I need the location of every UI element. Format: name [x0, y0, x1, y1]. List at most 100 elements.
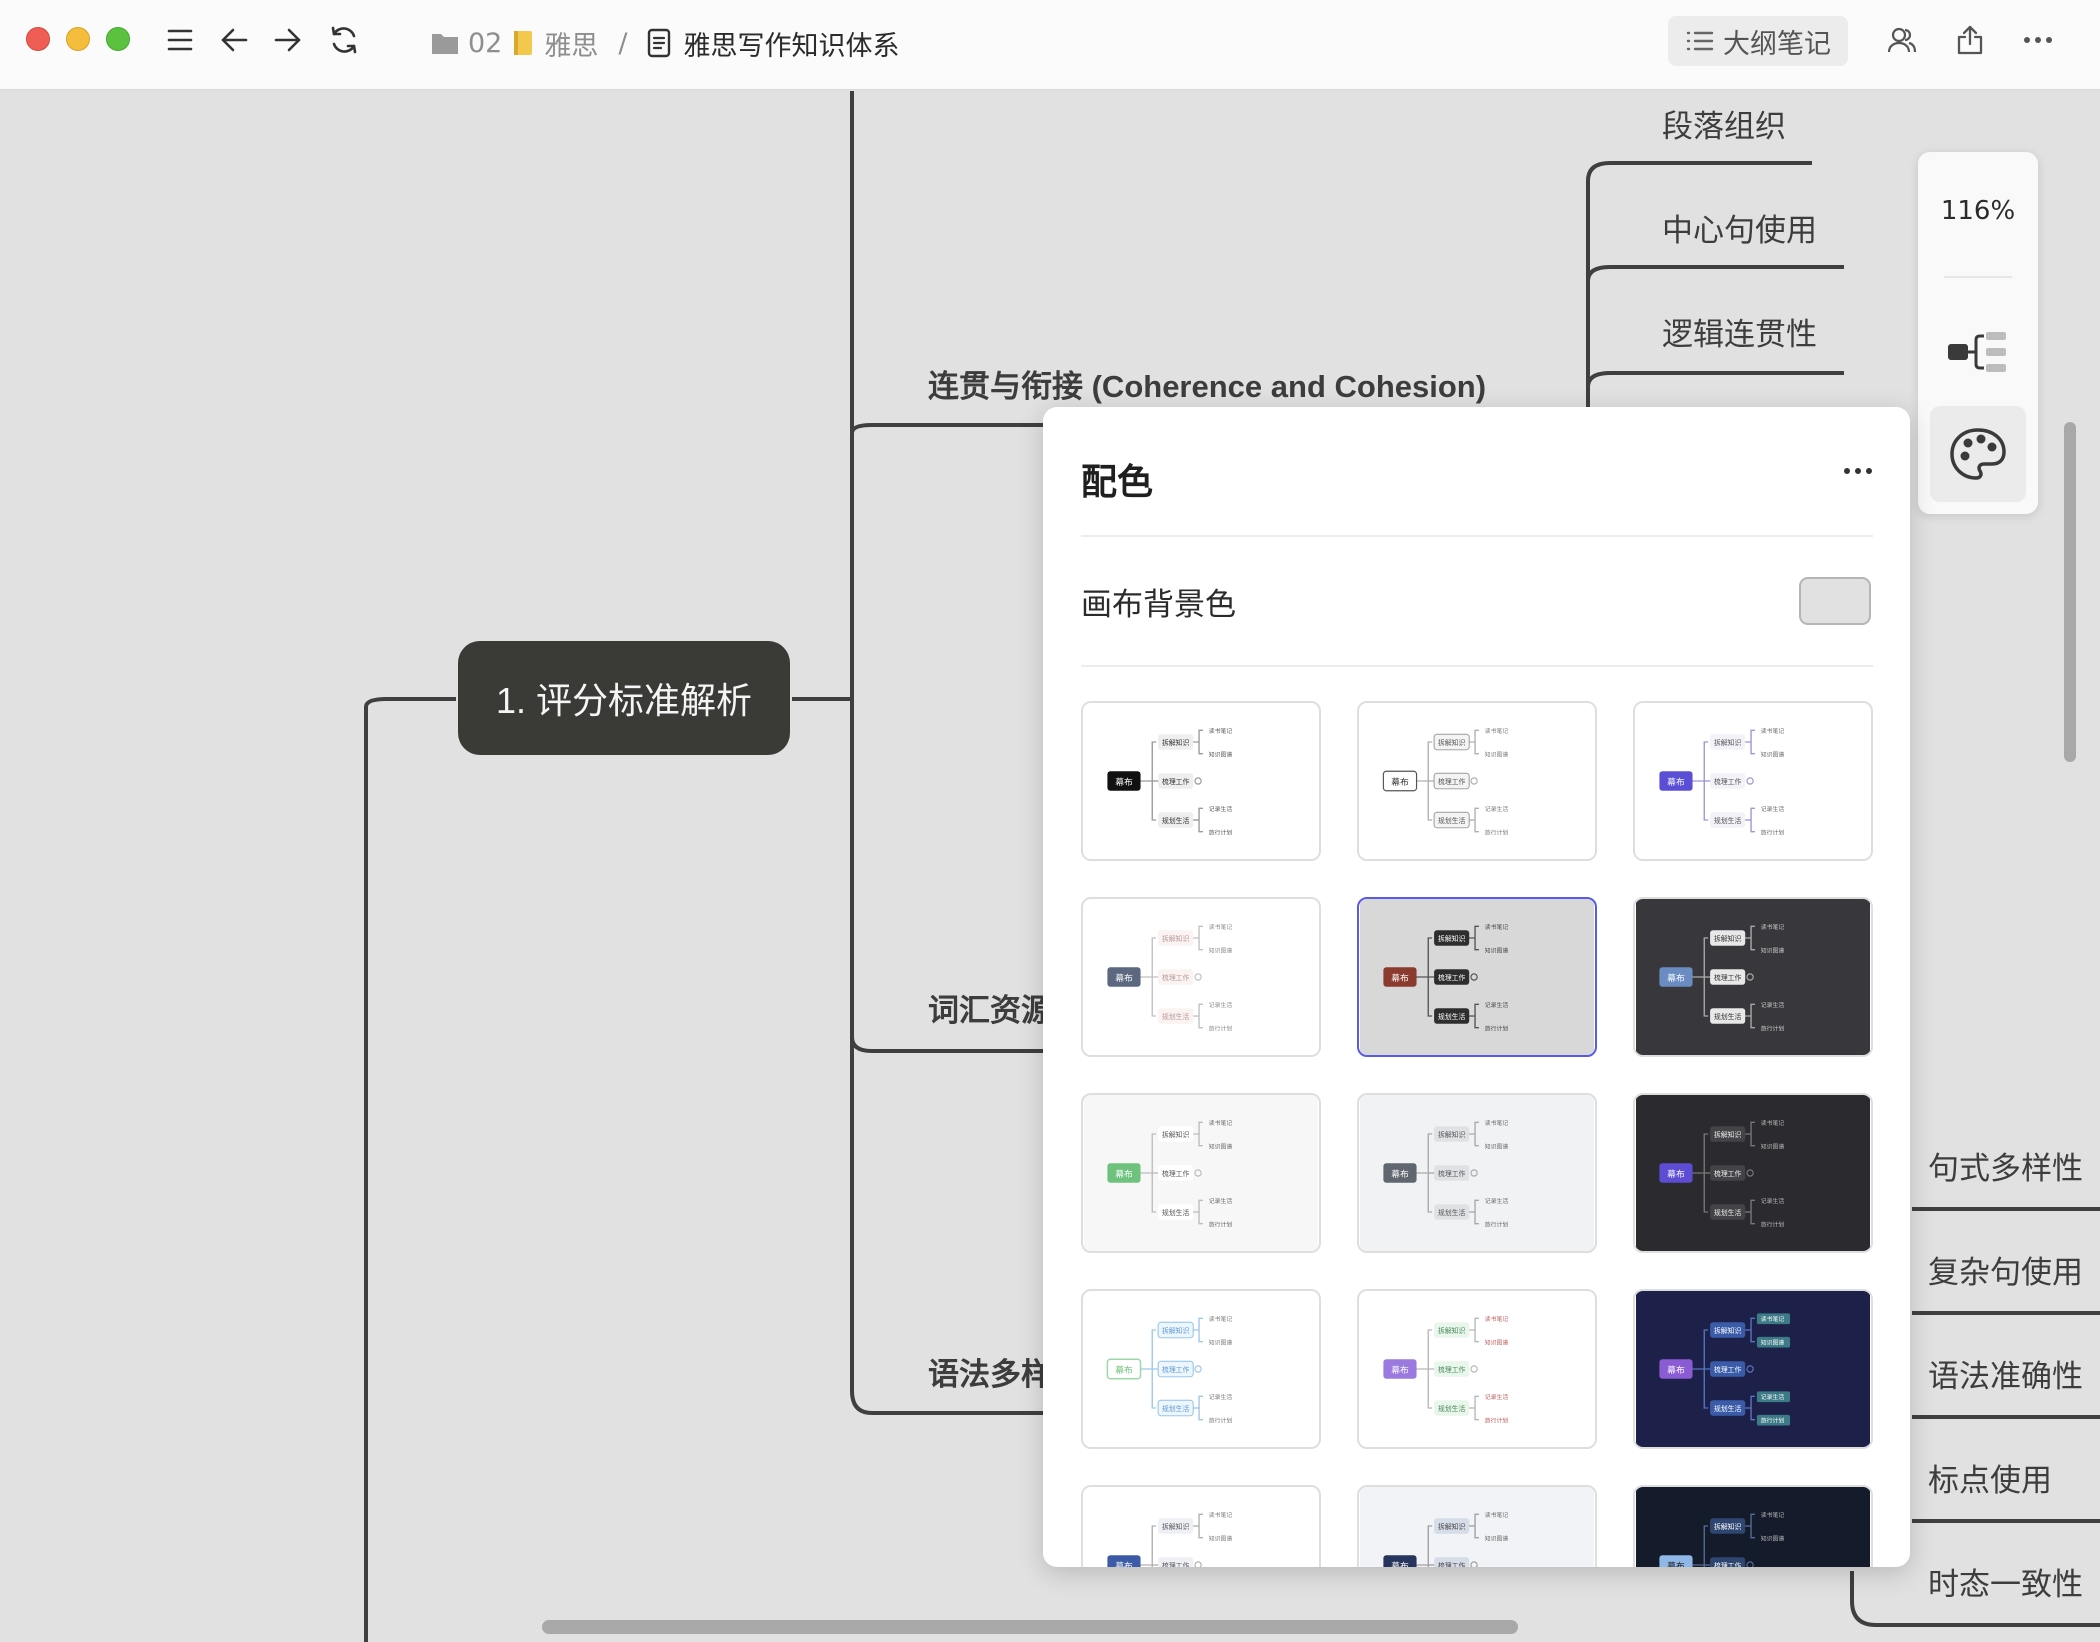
- popup-divider: [1081, 665, 1873, 667]
- svg-text:旅行计划: 旅行计划: [1485, 829, 1509, 837]
- svg-text:记录生活: 记录生活: [1209, 1001, 1233, 1009]
- theme-option[interactable]: 幕布 拆解知识 梳理工作 规划生活 读书笔记 知识图谱 记录生活 旅行计划: [1357, 701, 1597, 861]
- svg-text:读书笔记: 读书笔记: [1485, 923, 1509, 931]
- svg-text:幕布: 幕布: [1115, 776, 1133, 788]
- theme-option[interactable]: 幕布 拆解知识 梳理工作 规划生活 读书笔记 知识图谱 记录生活 旅行计划: [1081, 1485, 1321, 1567]
- svg-text:知识图谱: 知识图谱: [1209, 751, 1233, 759]
- leaf-complex[interactable]: 复杂句使用: [1928, 1247, 2083, 1292]
- svg-text:幕布: 幕布: [1391, 776, 1409, 788]
- svg-text:旅行计划: 旅行计划: [1761, 829, 1785, 837]
- branch-lexical[interactable]: 词汇资源: [928, 985, 1052, 1030]
- leaf-accuracy[interactable]: 语法准确性: [1928, 1351, 2083, 1396]
- svg-text:梳理工作: 梳理工作: [1162, 777, 1189, 786]
- leaf-topic-sentence[interactable]: 中心句使用: [1662, 205, 1817, 250]
- more-options-icon[interactable]: [2018, 20, 2058, 60]
- minimize-window-button[interactable]: [66, 27, 90, 51]
- svg-text:读书笔记: 读书笔记: [1761, 923, 1785, 931]
- svg-text:记录生活: 记录生活: [1209, 805, 1233, 813]
- back-arrow-icon[interactable]: [214, 20, 254, 60]
- theme-option[interactable]: 幕布 拆解知识 梳理工作 规划生活 读书笔记 知识图谱 记录生活 旅行计划: [1081, 897, 1321, 1057]
- svg-text:拆解知识: 拆解知识: [1714, 934, 1741, 943]
- leaf-sentence-variety[interactable]: 句式多样性: [1928, 1143, 2083, 1188]
- theme-option[interactable]: 幕布 拆解知识 梳理工作 规划生活 读书笔记 知识图谱 记录生活 旅行计划: [1633, 1289, 1873, 1449]
- leaf-logic[interactable]: 逻辑连贯性: [1662, 309, 1817, 354]
- color-theme-button[interactable]: [1930, 406, 2026, 502]
- theme-option[interactable]: 幕布 拆解知识 梳理工作 规划生活 读书笔记 知识图谱 记录生活 旅行计划: [1357, 1093, 1597, 1253]
- leaf-paragraph[interactable]: 段落组织: [1662, 101, 1786, 146]
- toolbar-divider: [1944, 276, 2012, 278]
- theme-option[interactable]: 幕布 拆解知识 梳理工作 规划生活 读书笔记 知识图谱 记录生活 旅行计划: [1357, 1485, 1597, 1567]
- theme-option[interactable]: 幕布 拆解知识 梳理工作 规划生活 读书笔记 知识图谱 记录生活 旅行计划: [1633, 1485, 1873, 1567]
- svg-text:幕布: 幕布: [1667, 1560, 1685, 1567]
- maximize-window-button[interactable]: [106, 27, 130, 51]
- breadcrumb-folder[interactable]: 02: [468, 28, 502, 59]
- svg-text:记录生活: 记录生活: [1485, 805, 1509, 813]
- leaf-tense[interactable]: 时态一致性: [1928, 1559, 2083, 1604]
- svg-text:读书笔记: 读书笔记: [1209, 923, 1233, 931]
- svg-text:梳理工作: 梳理工作: [1714, 1561, 1741, 1567]
- svg-text:记录生活: 记录生活: [1209, 1393, 1233, 1401]
- svg-text:旅行计划: 旅行计划: [1761, 1025, 1785, 1033]
- breadcrumb-document[interactable]: 雅思写作知识体系: [647, 24, 899, 63]
- close-window-button[interactable]: [26, 27, 50, 51]
- svg-text:幕布: 幕布: [1667, 1364, 1685, 1376]
- svg-text:规划生活: 规划生活: [1714, 816, 1741, 825]
- zoom-level[interactable]: 116%: [1918, 196, 2038, 226]
- horizontal-scrollbar[interactable]: [542, 1620, 1518, 1634]
- svg-text:知识图谱: 知识图谱: [1209, 1143, 1233, 1151]
- forward-arrow-icon[interactable]: [268, 20, 308, 60]
- leaf-punctuation[interactable]: 标点使用: [1928, 1455, 2052, 1500]
- svg-text:幕布: 幕布: [1115, 972, 1133, 984]
- theme-option[interactable]: 幕布 拆解知识 梳理工作 规划生活 读书笔记 知识图谱 记录生活 旅行计划: [1081, 1093, 1321, 1253]
- svg-text:梳理工作: 梳理工作: [1714, 973, 1741, 982]
- refresh-icon[interactable]: [324, 20, 364, 60]
- svg-text:幕布: 幕布: [1115, 1560, 1133, 1567]
- canvas-background-swatch[interactable]: [1799, 577, 1871, 625]
- svg-text:拆解知识: 拆解知识: [1162, 1326, 1189, 1335]
- theme-option[interactable]: 幕布 拆解知识 梳理工作 规划生活 读书笔记 知识图谱 记录生活 旅行计划: [1633, 897, 1873, 1057]
- svg-text:记录生活: 记录生活: [1761, 1001, 1785, 1009]
- svg-text:幕布: 幕布: [1391, 1364, 1409, 1376]
- theme-option[interactable]: 幕布 拆解知识 梳理工作 规划生活 读书笔记 知识图谱 记录生活 旅行计划: [1633, 1093, 1873, 1253]
- svg-text:拆解知识: 拆解知识: [1438, 738, 1465, 747]
- popup-more-icon[interactable]: [1833, 451, 1883, 491]
- breadcrumb: 02 雅思 / 雅思写作知识体系: [430, 22, 899, 64]
- svg-text:旅行计划: 旅行计划: [1761, 1417, 1785, 1425]
- mindmap-root-node[interactable]: 1. 评分标准解析: [458, 641, 790, 755]
- svg-text:记录生活: 记录生活: [1209, 1197, 1233, 1205]
- menu-icon[interactable]: [160, 20, 200, 60]
- svg-text:幕布: 幕布: [1667, 972, 1685, 984]
- share-icon[interactable]: [1950, 20, 1990, 60]
- svg-text:读书笔记: 读书笔记: [1761, 1315, 1785, 1323]
- outline-notes-button[interactable]: 大纲笔记: [1668, 16, 1848, 66]
- svg-text:读书笔记: 读书笔记: [1485, 1511, 1509, 1519]
- collaborators-icon[interactable]: [1882, 20, 1922, 60]
- svg-text:旅行计划: 旅行计划: [1485, 1025, 1509, 1033]
- svg-text:规划生活: 规划生活: [1438, 1404, 1465, 1413]
- theme-option[interactable]: 幕布 拆解知识 梳理工作 规划生活 读书笔记 知识图谱 记录生活 旅行计划: [1357, 897, 1597, 1057]
- branch-grammar[interactable]: 语法多样: [928, 1349, 1052, 1394]
- svg-text:读书笔记: 读书笔记: [1761, 1511, 1785, 1519]
- theme-option[interactable]: 幕布 拆解知识 梳理工作 规划生活 读书笔记 知识图谱 记录生活 旅行计划: [1633, 701, 1873, 861]
- svg-text:拆解知识: 拆解知识: [1438, 1326, 1465, 1335]
- vertical-scrollbar[interactable]: [2064, 422, 2076, 762]
- svg-text:规划生活: 规划生活: [1438, 816, 1465, 825]
- theme-option[interactable]: 幕布 拆解知识 梳理工作 规划生活 读书笔记 知识图谱 记录生活 旅行计划: [1081, 1289, 1321, 1449]
- svg-text:知识图谱: 知识图谱: [1209, 947, 1233, 955]
- breadcrumb-notebook[interactable]: 雅思: [544, 24, 598, 63]
- mindmap-structure-button[interactable]: [1930, 304, 2026, 400]
- notebook-icon: [512, 30, 534, 56]
- svg-text:拆解知识: 拆解知识: [1438, 1522, 1465, 1531]
- branch-coherence[interactable]: 连贯与衔接 (Coherence and Cohesion): [928, 361, 1486, 406]
- svg-text:知识图谱: 知识图谱: [1761, 1339, 1785, 1347]
- theme-option[interactable]: 幕布 拆解知识 梳理工作 规划生活 读书笔记 知识图谱 记录生活 旅行计划: [1357, 1289, 1597, 1449]
- theme-option[interactable]: 幕布 拆解知识 梳理工作 规划生活 读书笔记 知识图谱 记录生活 旅行计划: [1081, 701, 1321, 861]
- color-scheme-popup: 配色 画布背景色 幕布 拆解知识 梳理工作 规划生活 读书笔记 知识图谱 记录生…: [1043, 407, 1910, 1567]
- svg-text:拆解知识: 拆解知识: [1162, 934, 1189, 943]
- svg-text:记录生活: 记录生活: [1761, 1393, 1785, 1401]
- svg-text:拆解知识: 拆解知识: [1162, 738, 1189, 747]
- svg-text:读书笔记: 读书笔记: [1485, 727, 1509, 735]
- svg-text:拆解知识: 拆解知识: [1162, 1522, 1189, 1531]
- svg-text:规划生活: 规划生活: [1714, 1404, 1741, 1413]
- svg-text:幕布: 幕布: [1667, 776, 1685, 788]
